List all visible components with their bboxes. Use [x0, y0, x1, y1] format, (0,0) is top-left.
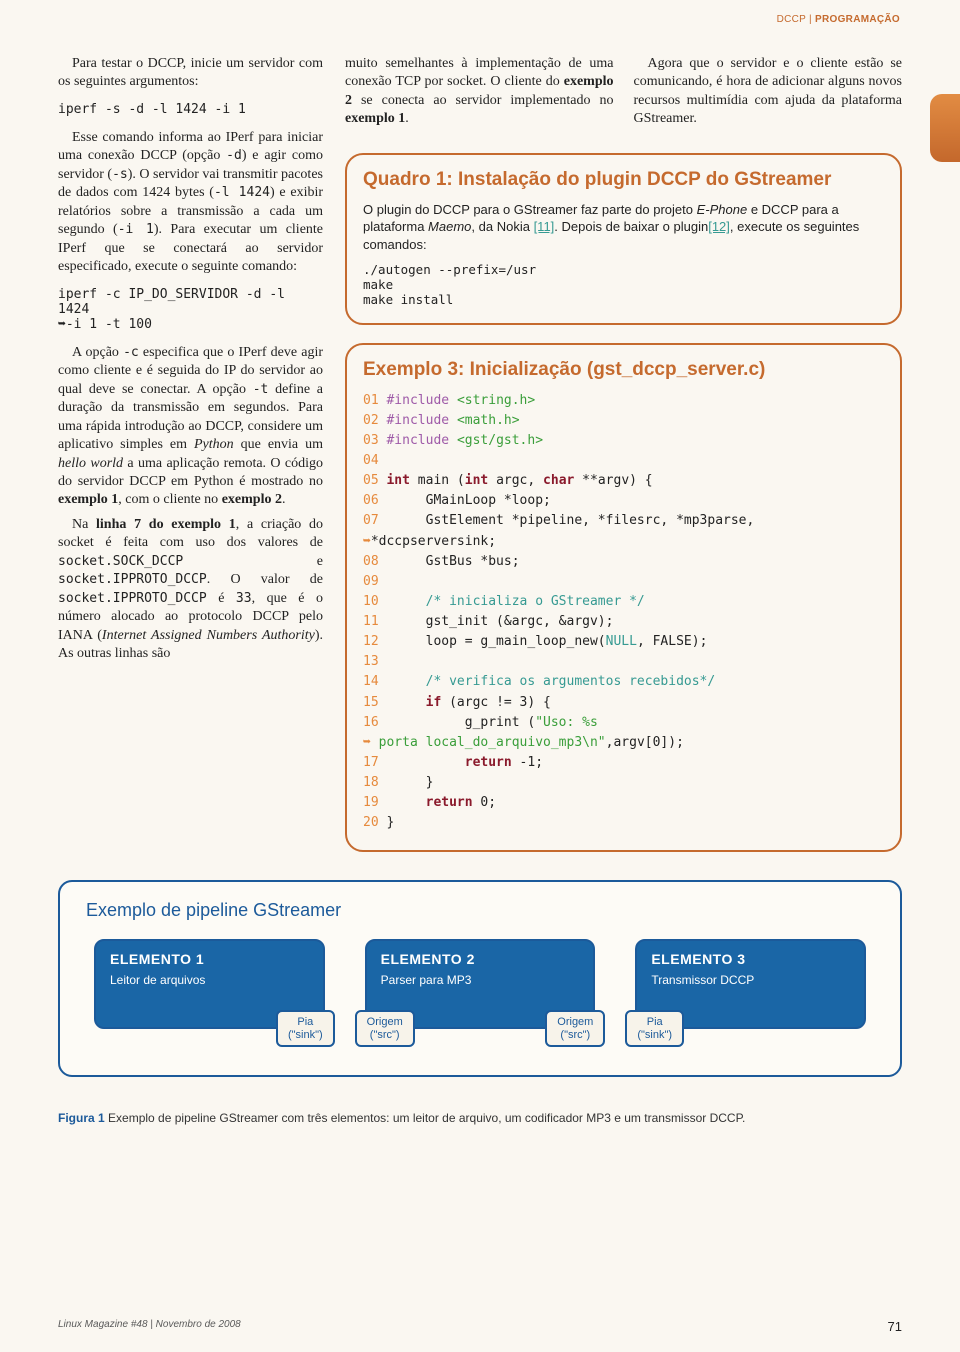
element-title: ELEMENTO 2 [381, 951, 580, 967]
right-column: Agora que o servidor e o cliente estão s… [634, 55, 903, 135]
middle-column: muito semelhantes à implementação de uma… [345, 55, 614, 135]
kicker: DCCP [777, 14, 806, 25]
box-title: Quadro 1: Instalação do plugin DCCP do G… [363, 169, 884, 191]
element-subtitle: Parser para MP3 [381, 973, 580, 987]
pipeline-diagram: Exemplo de pipeline GStreamer ELEMENTO 1… [58, 880, 902, 1077]
element-title: ELEMENTO 3 [651, 951, 850, 967]
side-tab [930, 94, 960, 162]
figure-1: Exemplo de pipeline GStreamer ELEMENTO 1… [58, 880, 902, 1125]
pipeline-title: Exemplo de pipeline GStreamer [86, 900, 880, 921]
pipeline-element: ELEMENTO 1Leitor de arquivosPia("sink") [94, 939, 325, 1029]
element-title: ELEMENTO 1 [110, 951, 309, 967]
quadro-1: Quadro 1: Instalação do plugin DCCP do G… [345, 153, 902, 325]
port-label: Pia("sink") [625, 1010, 684, 1046]
body-text: Esse comando informa ao IPerf para inici… [58, 129, 323, 277]
element-subtitle: Transmissor DCCP [651, 973, 850, 987]
footer-issue: Linux Magazine #48 | Novembro de 2008 [58, 1319, 241, 1334]
command-block: iperf -c IP_DO_SERVIDOR -d -l 1424 ➥-i 1… [58, 287, 323, 332]
left-column: Para testar o DCCP, inicie um servidor c… [58, 55, 323, 852]
section: PROGRAMAÇÃO [815, 14, 900, 25]
element-subtitle: Leitor de arquivos [110, 973, 309, 987]
body-text: Para testar o DCCP, inicie um servidor c… [58, 55, 323, 92]
box-body: O plugin do DCCP para o GStreamer faz pa… [363, 201, 884, 254]
pipeline-element: ELEMENTO 3Transmissor DCCPPia("sink") [635, 939, 866, 1029]
body-text: Agora que o servidor e o cliente estão s… [634, 55, 903, 129]
port-label: Pia("sink") [276, 1010, 335, 1046]
box-title: Exemplo 3: Inicialização (gst_dccp_serve… [363, 359, 884, 381]
body-text: Na linha 7 do exemplo 1, a criação do so… [58, 516, 323, 664]
figure-caption: Figura 1 Exemplo de pipeline GStreamer c… [58, 1111, 902, 1125]
pipeline-element: ELEMENTO 2Parser para MP3Origem("src")Or… [365, 939, 596, 1029]
command-block: iperf -s -d -l 1424 -i 1 [58, 102, 323, 117]
code-listing: 01 #include <string.h>02 #include <math.… [363, 391, 884, 834]
ref-link-11[interactable]: [11] [534, 219, 555, 234]
page-number: 71 [888, 1319, 902, 1334]
body-text: A opção -c especifica que o IPerf deve a… [58, 344, 323, 510]
ref-link-12[interactable]: [12] [708, 219, 730, 234]
port-label: Origem("src") [355, 1010, 415, 1046]
page-footer: Linux Magazine #48 | Novembro de 2008 71 [58, 1319, 902, 1334]
running-head: DCCP | PROGRAMAÇÃO [0, 0, 960, 25]
body-text: muito semelhantes à implementação de uma… [345, 55, 614, 129]
port-label: Origem("src") [545, 1010, 605, 1046]
box-commands: ./autogen --prefix=/usr make make instal… [363, 262, 884, 307]
exemplo-3: Exemplo 3: Inicialização (gst_dccp_serve… [345, 343, 902, 852]
